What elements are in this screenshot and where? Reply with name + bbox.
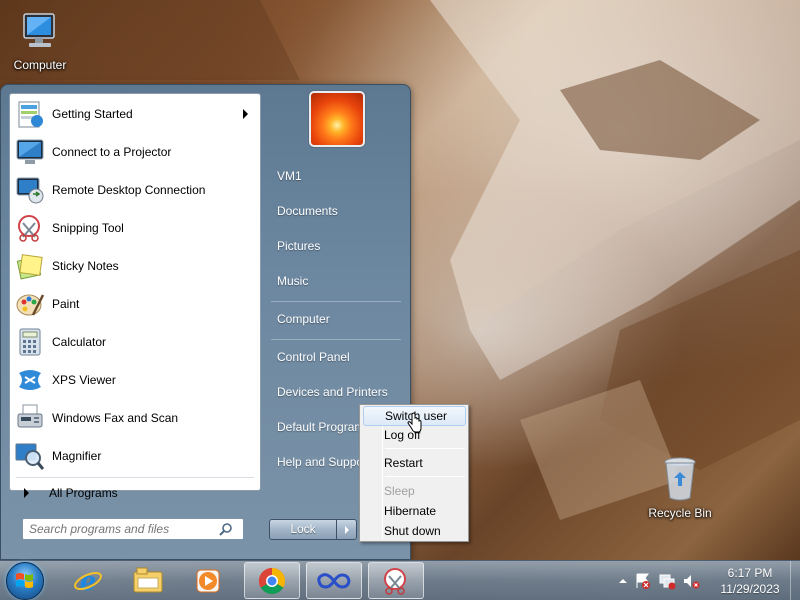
program-label: Connect to a Projector [52,145,172,159]
program-snipping-tool[interactable]: Snipping Tool [14,209,258,247]
start-menu: Getting Started Connect to a Projector R… [0,84,411,560]
menu-item-sleep: Sleep [384,484,415,498]
program-label: Paint [52,297,80,311]
system-clock[interactable]: 6:17 PM 11/29/2023 [714,565,786,597]
action-center-icon[interactable] [634,572,652,590]
divider [16,477,254,478]
right-item-documents[interactable]: Documents [269,196,404,226]
chevron-right-icon [344,525,349,534]
taskbar: e 6:17 PM 11/29/2023 [0,560,800,600]
clock-date: 11/29/2023 [720,582,780,596]
menu-item-shut-down[interactable]: Shut down [363,521,466,541]
mouse-cursor-icon [407,412,422,433]
right-item-computer[interactable]: Computer [269,304,404,334]
program-label: Sticky Notes [52,259,119,273]
program-label: Magnifier [52,449,102,463]
program-label: Snipping Tool [52,221,124,235]
desktop-icon-label: Computer [13,58,67,72]
internet-explorer-icon: e [74,567,102,596]
program-fax-scan[interactable]: Windows Fax and Scan [14,399,258,437]
media-player-icon [196,569,220,592]
right-item-music[interactable]: Music [269,266,404,296]
taskbar-windows-explorer[interactable] [120,562,176,599]
taskbar-internet-explorer[interactable]: e [60,562,116,599]
program-label: Calculator [52,335,107,349]
programs-pane: Getting Started Connect to a Projector R… [9,93,261,500]
paint-icon [16,294,45,316]
show-desktop-button[interactable] [790,561,800,600]
svg-text:e: e [80,567,97,596]
volume-muted-icon[interactable] [682,572,700,590]
right-item-vm1[interactable]: VM1 [269,161,404,191]
windows-logo-icon [16,573,33,588]
calculator-icon [19,328,41,356]
all-programs-button[interactable]: All Programs [18,482,254,504]
divider [271,301,401,302]
desktop-icon-computer[interactable]: Computer [0,10,80,72]
program-paint[interactable]: Paint [14,285,258,323]
divider [385,476,465,477]
program-xps-viewer[interactable]: XPS Viewer [14,361,258,399]
system-tray [618,569,700,593]
xps-viewer-icon [19,370,41,390]
sticky-notes-icon [16,254,43,280]
fax-scan-icon [17,404,43,428]
all-programs-arrow-icon [24,488,29,498]
user-avatar[interactable] [309,91,365,147]
program-label: Getting Started [52,107,133,121]
remote-desktop-icon [16,177,44,204]
power-options-button[interactable] [337,519,357,540]
clock-time: 6:17 PM [727,566,773,580]
right-item-pictures[interactable]: Pictures [269,231,404,261]
search-input[interactable] [29,522,219,536]
network-icon[interactable] [658,572,676,590]
show-hidden-icons-icon[interactable] [618,576,628,586]
snipping-tool-icon [384,567,406,595]
all-programs-label: All Programs [49,486,118,500]
chrome-icon [258,567,286,594]
program-sticky-notes[interactable]: Sticky Notes [14,247,258,285]
recycle-bin-icon [664,457,696,501]
projector-icon [16,139,44,164]
lock-button[interactable]: Lock [269,519,337,540]
snipping-tool-icon [18,215,40,242]
computer-icon [23,13,55,47]
program-calculator[interactable]: Calculator [14,323,258,361]
taskbar-infinity-app[interactable] [306,562,362,599]
program-label: XPS Viewer [52,373,116,387]
menu-item-hibernate[interactable]: Hibernate [363,501,466,521]
program-label: Remote Desktop Connection [52,183,206,197]
desktop-icon-label: Recycle Bin [648,506,712,520]
right-item-devices-printers[interactable]: Devices and Printers [269,377,404,407]
taskbar-chrome[interactable] [244,562,300,599]
getting-started-icon [18,101,43,128]
infinity-app-icon [317,572,351,589]
right-item-control-panel[interactable]: Control Panel [269,342,404,372]
search-icon [219,523,232,536]
program-magnifier[interactable]: Magnifier [14,437,258,475]
program-label: Windows Fax and Scan [52,411,179,425]
start-button[interactable] [6,562,44,600]
windows-explorer-icon [133,567,163,592]
divider [385,448,465,449]
program-getting-started[interactable]: Getting Started [14,95,258,133]
search-box[interactable] [22,518,244,540]
divider [271,339,401,340]
menu-item-restart[interactable]: Restart [363,453,466,473]
submenu-arrow-icon [243,109,248,119]
program-remote-desktop[interactable]: Remote Desktop Connection [14,171,258,209]
magnifier-icon [15,443,45,470]
program-connect-projector[interactable]: Connect to a Projector [14,133,258,171]
taskbar-media-player[interactable] [180,562,236,599]
taskbar-snipping-tool[interactable] [368,562,424,599]
desktop-icon-recycle-bin[interactable]: Recycle Bin [640,456,720,520]
